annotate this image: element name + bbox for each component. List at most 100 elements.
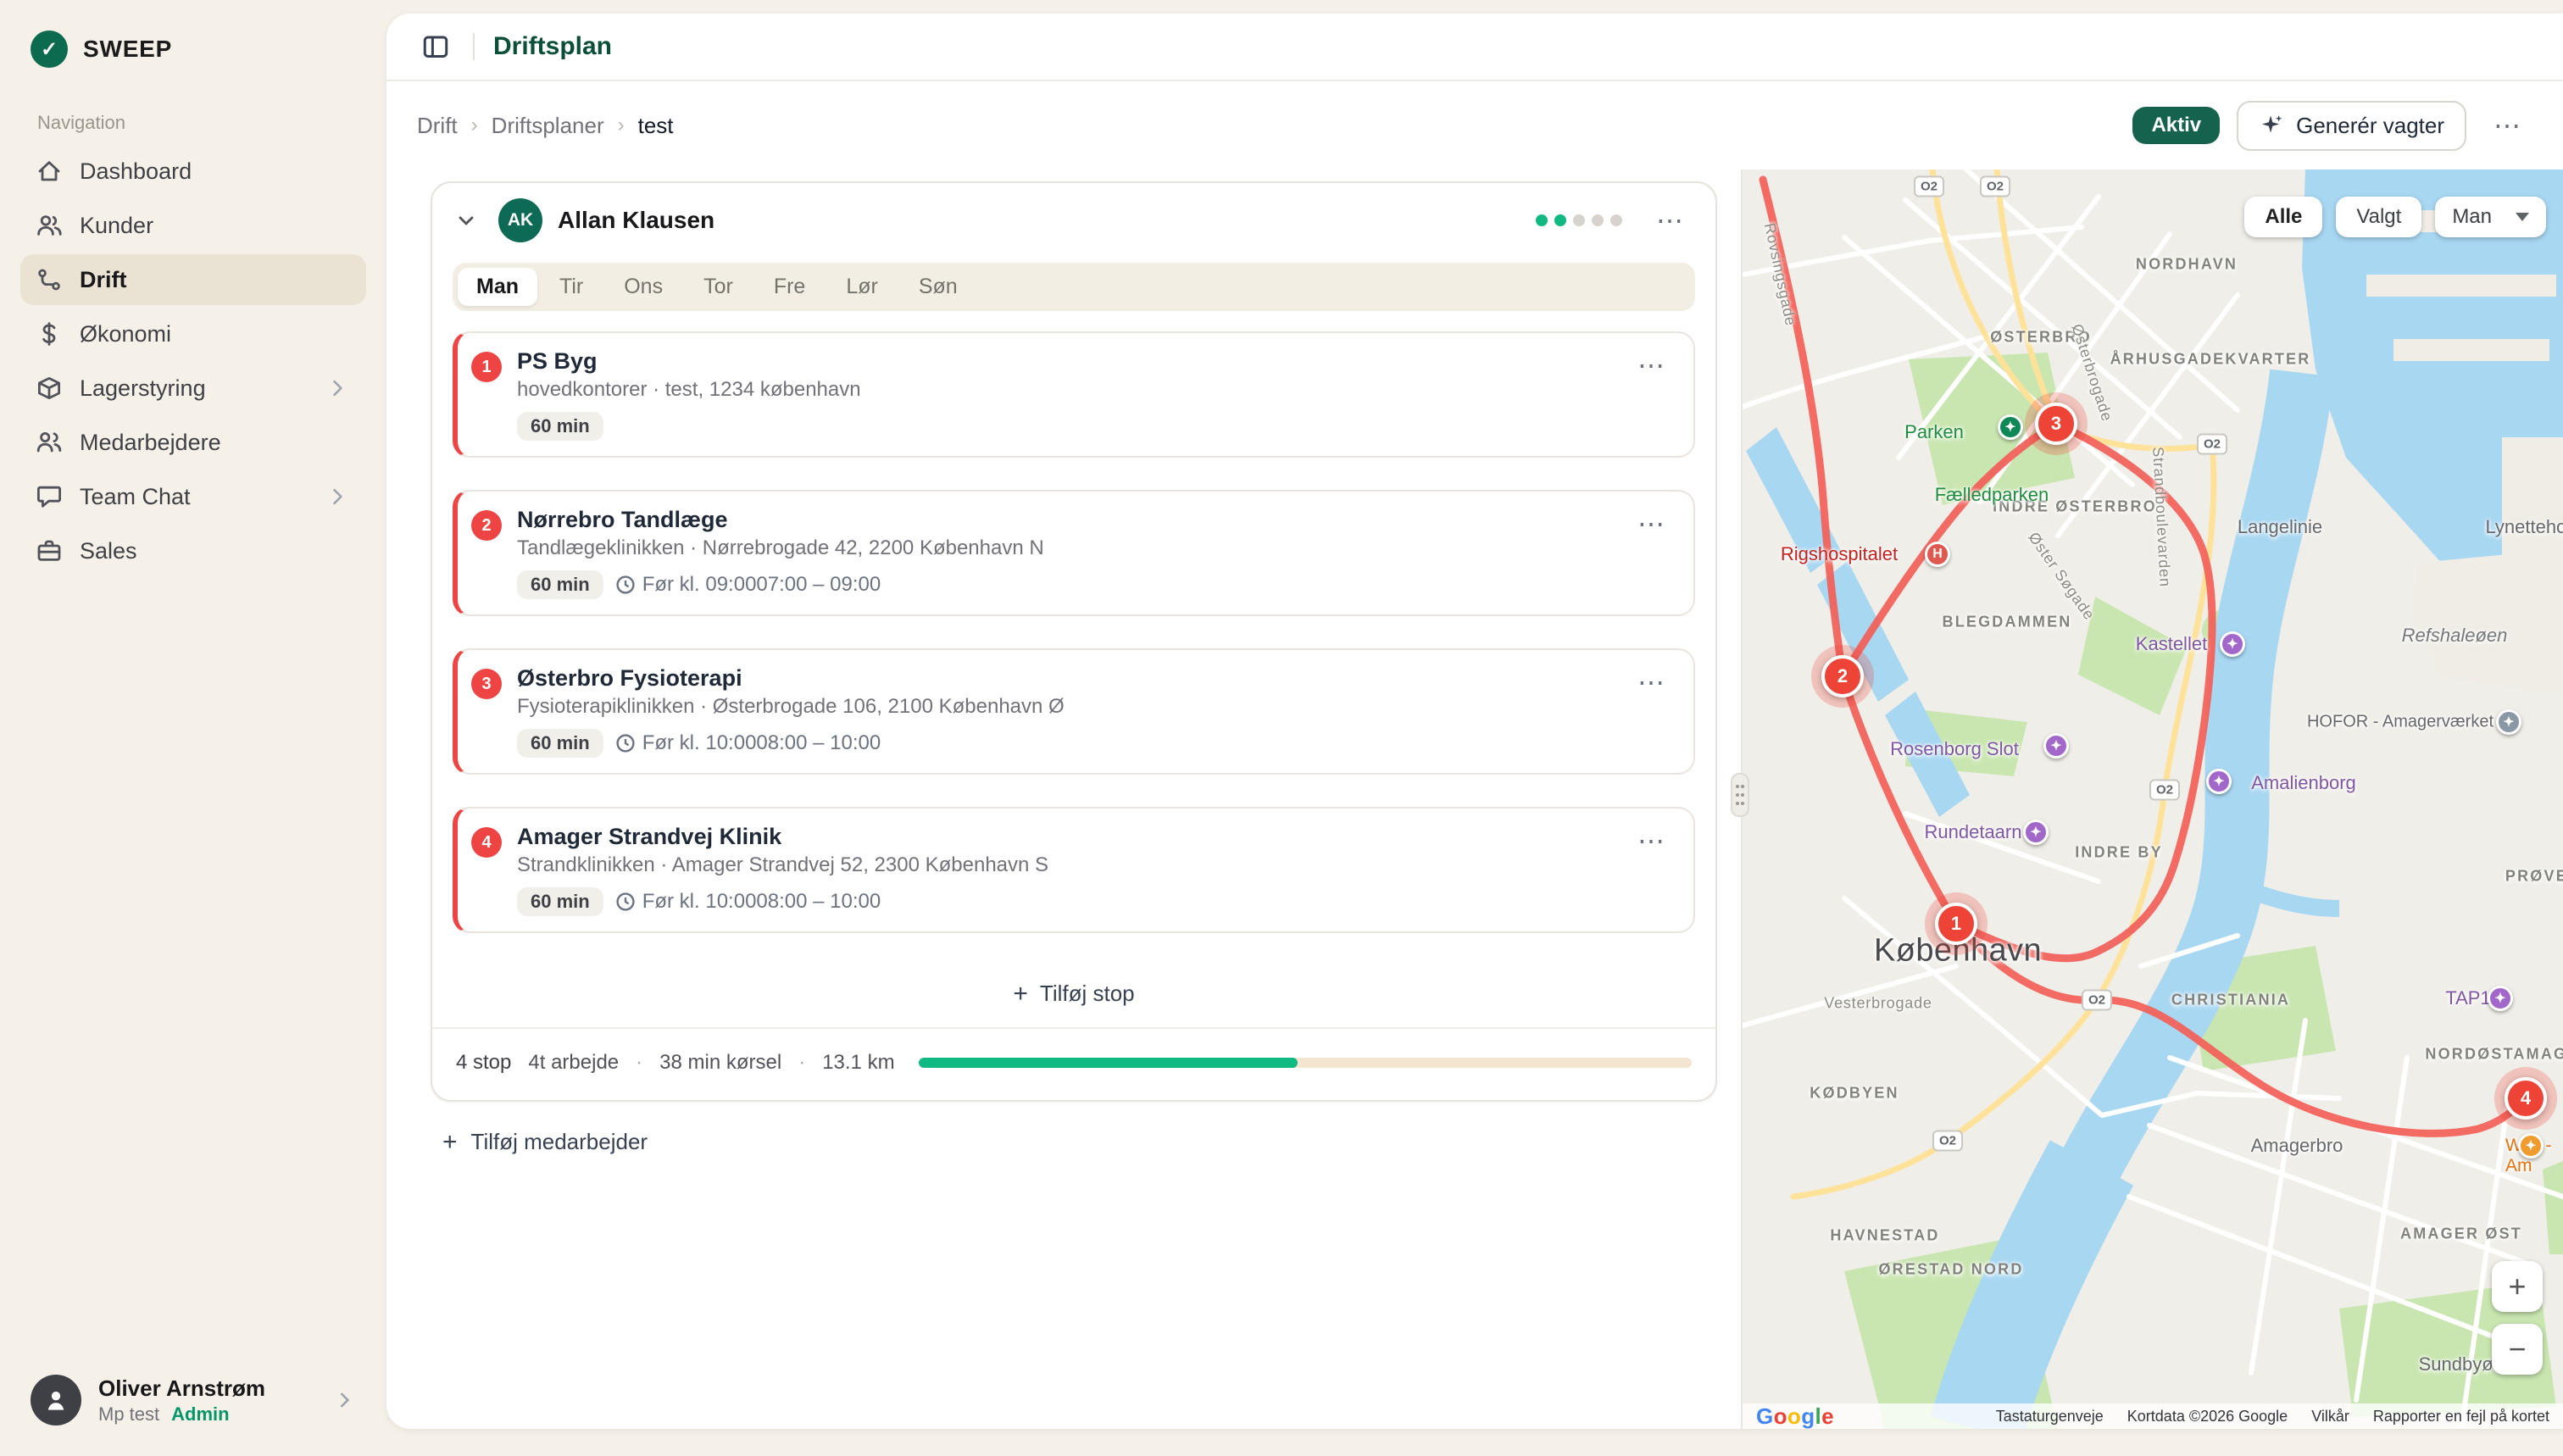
zoom-in-button[interactable]: + (2492, 1261, 2543, 1312)
map-data-credit: Kortdata ©2026 Google (2127, 1408, 2288, 1425)
map-marker-1[interactable]: 1 (1935, 903, 1977, 945)
content-area: AK Allan Klausen ⋯ (386, 169, 2563, 1429)
briefcase-icon (36, 537, 63, 564)
tab-lor[interactable]: Lør (827, 268, 897, 306)
status-badge[interactable]: Aktiv (2132, 107, 2220, 144)
tab-tir[interactable]: Tir (541, 268, 602, 306)
zoom-out-button[interactable]: − (2492, 1324, 2543, 1375)
stop-number-badge: 4 (471, 827, 502, 858)
stop-more-button[interactable]: ⋯ (1627, 824, 1676, 916)
tab-tor[interactable]: Tor (685, 268, 752, 306)
time-constraint: Før kl. 09:0007:00 – 09:00 (615, 573, 881, 597)
tab-man[interactable]: Man (458, 268, 537, 306)
attraction-icon[interactable]: ✦ (2488, 986, 2513, 1011)
add-employee-button[interactable]: + Tilføj medarbejder (442, 1129, 1717, 1155)
sidebar-item-okonomi[interactable]: Økonomi (20, 308, 366, 359)
google-logo[interactable]: Google (1756, 1403, 1834, 1430)
filter-selected-button[interactable]: Valgt (2336, 197, 2421, 237)
sidebar-item-dashboard[interactable]: Dashboard (20, 146, 366, 197)
add-stop-button[interactable]: + Tilføj stop (432, 965, 1715, 1027)
generate-shifts-button[interactable]: Generér vagter (2237, 101, 2466, 151)
stop-title: Østerbro Fysioterapi (517, 665, 1612, 692)
stop-number-badge: 2 (471, 510, 502, 541)
sidebar-item-label: Medarbejdere (80, 430, 221, 456)
sidebar-item-sales[interactable]: Sales (20, 525, 366, 576)
team-icon (36, 429, 63, 456)
stop-subtitle: hovedkontorer · test, 1234 københavn (517, 378, 1612, 402)
stop-card[interactable]: 2 Nørrebro Tandlæge Tandlægeklinikken · … (453, 490, 1695, 616)
progress-dot (1536, 214, 1548, 226)
map-marker-2[interactable]: 2 (1821, 655, 1864, 697)
chevron-right-icon: › (471, 114, 478, 137)
stop-more-button[interactable]: ⋯ (1627, 665, 1676, 758)
attraction-icon[interactable]: ✦ (2206, 769, 2232, 794)
sidebar-item-lagerstyring[interactable]: Lagerstyring (20, 363, 366, 414)
employee-more-button[interactable]: ⋯ (1646, 203, 1695, 237)
sidebar-item-team-chat[interactable]: Team Chat (20, 471, 366, 522)
map-attribution: Google Tastaturgenveje Kortdata ©2026 Go… (1743, 1403, 2563, 1429)
generate-shifts-label: Generér vagter (2296, 113, 2444, 139)
breadcrumb-current: test (638, 113, 674, 139)
user-menu[interactable]: Oliver Arnstrøm Mp test Admin (17, 1364, 370, 1436)
sidebar-item-label: Økonomi (80, 321, 171, 347)
tab-fre[interactable]: Fre (755, 268, 825, 306)
report-error-link[interactable]: Rapporter en fejl på kortet (2373, 1408, 2549, 1425)
sidebar-toggle-button[interactable] (417, 28, 454, 65)
duration-badge: 60 min (517, 729, 603, 758)
stop-title: Nørrebro Tandlæge (517, 507, 1612, 533)
sidebar-item-drift[interactable]: Drift (20, 254, 366, 305)
breadcrumb-drift[interactable]: Drift (417, 113, 458, 139)
column-resize-handle[interactable] (1731, 773, 1749, 817)
stop-title: PS Byg (517, 348, 1612, 375)
clock-icon (615, 575, 636, 595)
summary-stops: 4 stop (456, 1051, 511, 1075)
stadium-icon[interactable]: ✦ (1998, 414, 2023, 440)
attraction-icon[interactable]: ✦ (2023, 820, 2049, 845)
user-role-badge: Admin (171, 1403, 229, 1425)
check-icon: ✓ (31, 31, 68, 68)
map-marker-4[interactable]: 4 (2505, 1077, 2547, 1120)
map-marker-3[interactable]: 3 (2035, 403, 2077, 445)
map-day-select[interactable]: Man (2435, 197, 2546, 237)
filter-all-button[interactable]: Alle (2244, 197, 2322, 237)
home-icon (36, 158, 63, 185)
attraction-icon[interactable]: ✦ (2043, 733, 2069, 759)
panel-header: Driftsplan (386, 14, 2563, 81)
hospital-icon[interactable]: H (1925, 542, 1950, 567)
stop-subtitle: Strandklinikken · Amager Strandvej 52, 2… (517, 853, 1612, 877)
plus-icon: + (1013, 981, 1028, 1007)
users-icon (36, 212, 63, 239)
time-constraint-text: Før kl. 10:0008:00 – 10:00 (642, 890, 881, 914)
tab-son[interactable]: Søn (900, 268, 976, 306)
utility-icon[interactable]: ✦ (2496, 709, 2521, 735)
stop-title: Amager Strandvej Klinik (517, 824, 1612, 850)
collapse-button[interactable] (449, 203, 483, 237)
stop-more-button[interactable]: ⋯ (1627, 507, 1676, 599)
time-constraint-text: Før kl. 10:0008:00 – 10:00 (642, 731, 881, 755)
sidebar-item-kunder[interactable]: Kunder (20, 200, 366, 251)
plus-icon: + (442, 1130, 458, 1155)
progress-dot (1554, 214, 1566, 226)
stop-card[interactable]: 1 PS Byg hovedkontorer · test, 1234 købe… (453, 331, 1695, 458)
chevron-down-icon (2516, 213, 2529, 221)
sidebar: ✓ SWEEP Navigation Dashboard Kunder Drif… (0, 0, 386, 1456)
stop-subtitle: Tandlægeklinikken · Nørrebrogade 42, 220… (517, 536, 1612, 560)
tab-ons[interactable]: Ons (605, 268, 681, 306)
sidebar-item-medarbejdere[interactable]: Medarbejdere (20, 417, 366, 468)
stop-card[interactable]: 3 Østerbro Fysioterapi Fysioterapiklinik… (453, 648, 1695, 775)
stop-list: 1 PS Byg hovedkontorer · test, 1234 købe… (453, 331, 1695, 933)
clock-icon (615, 733, 636, 753)
map[interactable]: NORDHAVN ØSTERBRO ÅRHUSGADEKVARTER INDRE… (1743, 169, 2563, 1429)
progress-dot (1610, 214, 1622, 226)
stop-card[interactable]: 4 Amager Strandvej Klinik Strandklinikke… (453, 807, 1695, 933)
restaurant-icon[interactable]: ✦ (2518, 1133, 2544, 1159)
day-tabs: Man Tir Ons Tor Fre Lør Søn (453, 263, 1695, 311)
road-badge: O2 (2197, 434, 2227, 455)
stop-more-button[interactable]: ⋯ (1627, 348, 1676, 441)
keyboard-shortcuts-link[interactable]: Tastaturgenveje (1996, 1408, 2104, 1425)
breadcrumb-driftsplaner[interactable]: Driftsplaner (492, 113, 604, 139)
clock-icon (615, 892, 636, 912)
page-more-button[interactable]: ⋯ (2483, 108, 2532, 142)
attraction-icon[interactable]: ✦ (2220, 631, 2245, 657)
terms-link[interactable]: Vilkår (2311, 1408, 2349, 1425)
